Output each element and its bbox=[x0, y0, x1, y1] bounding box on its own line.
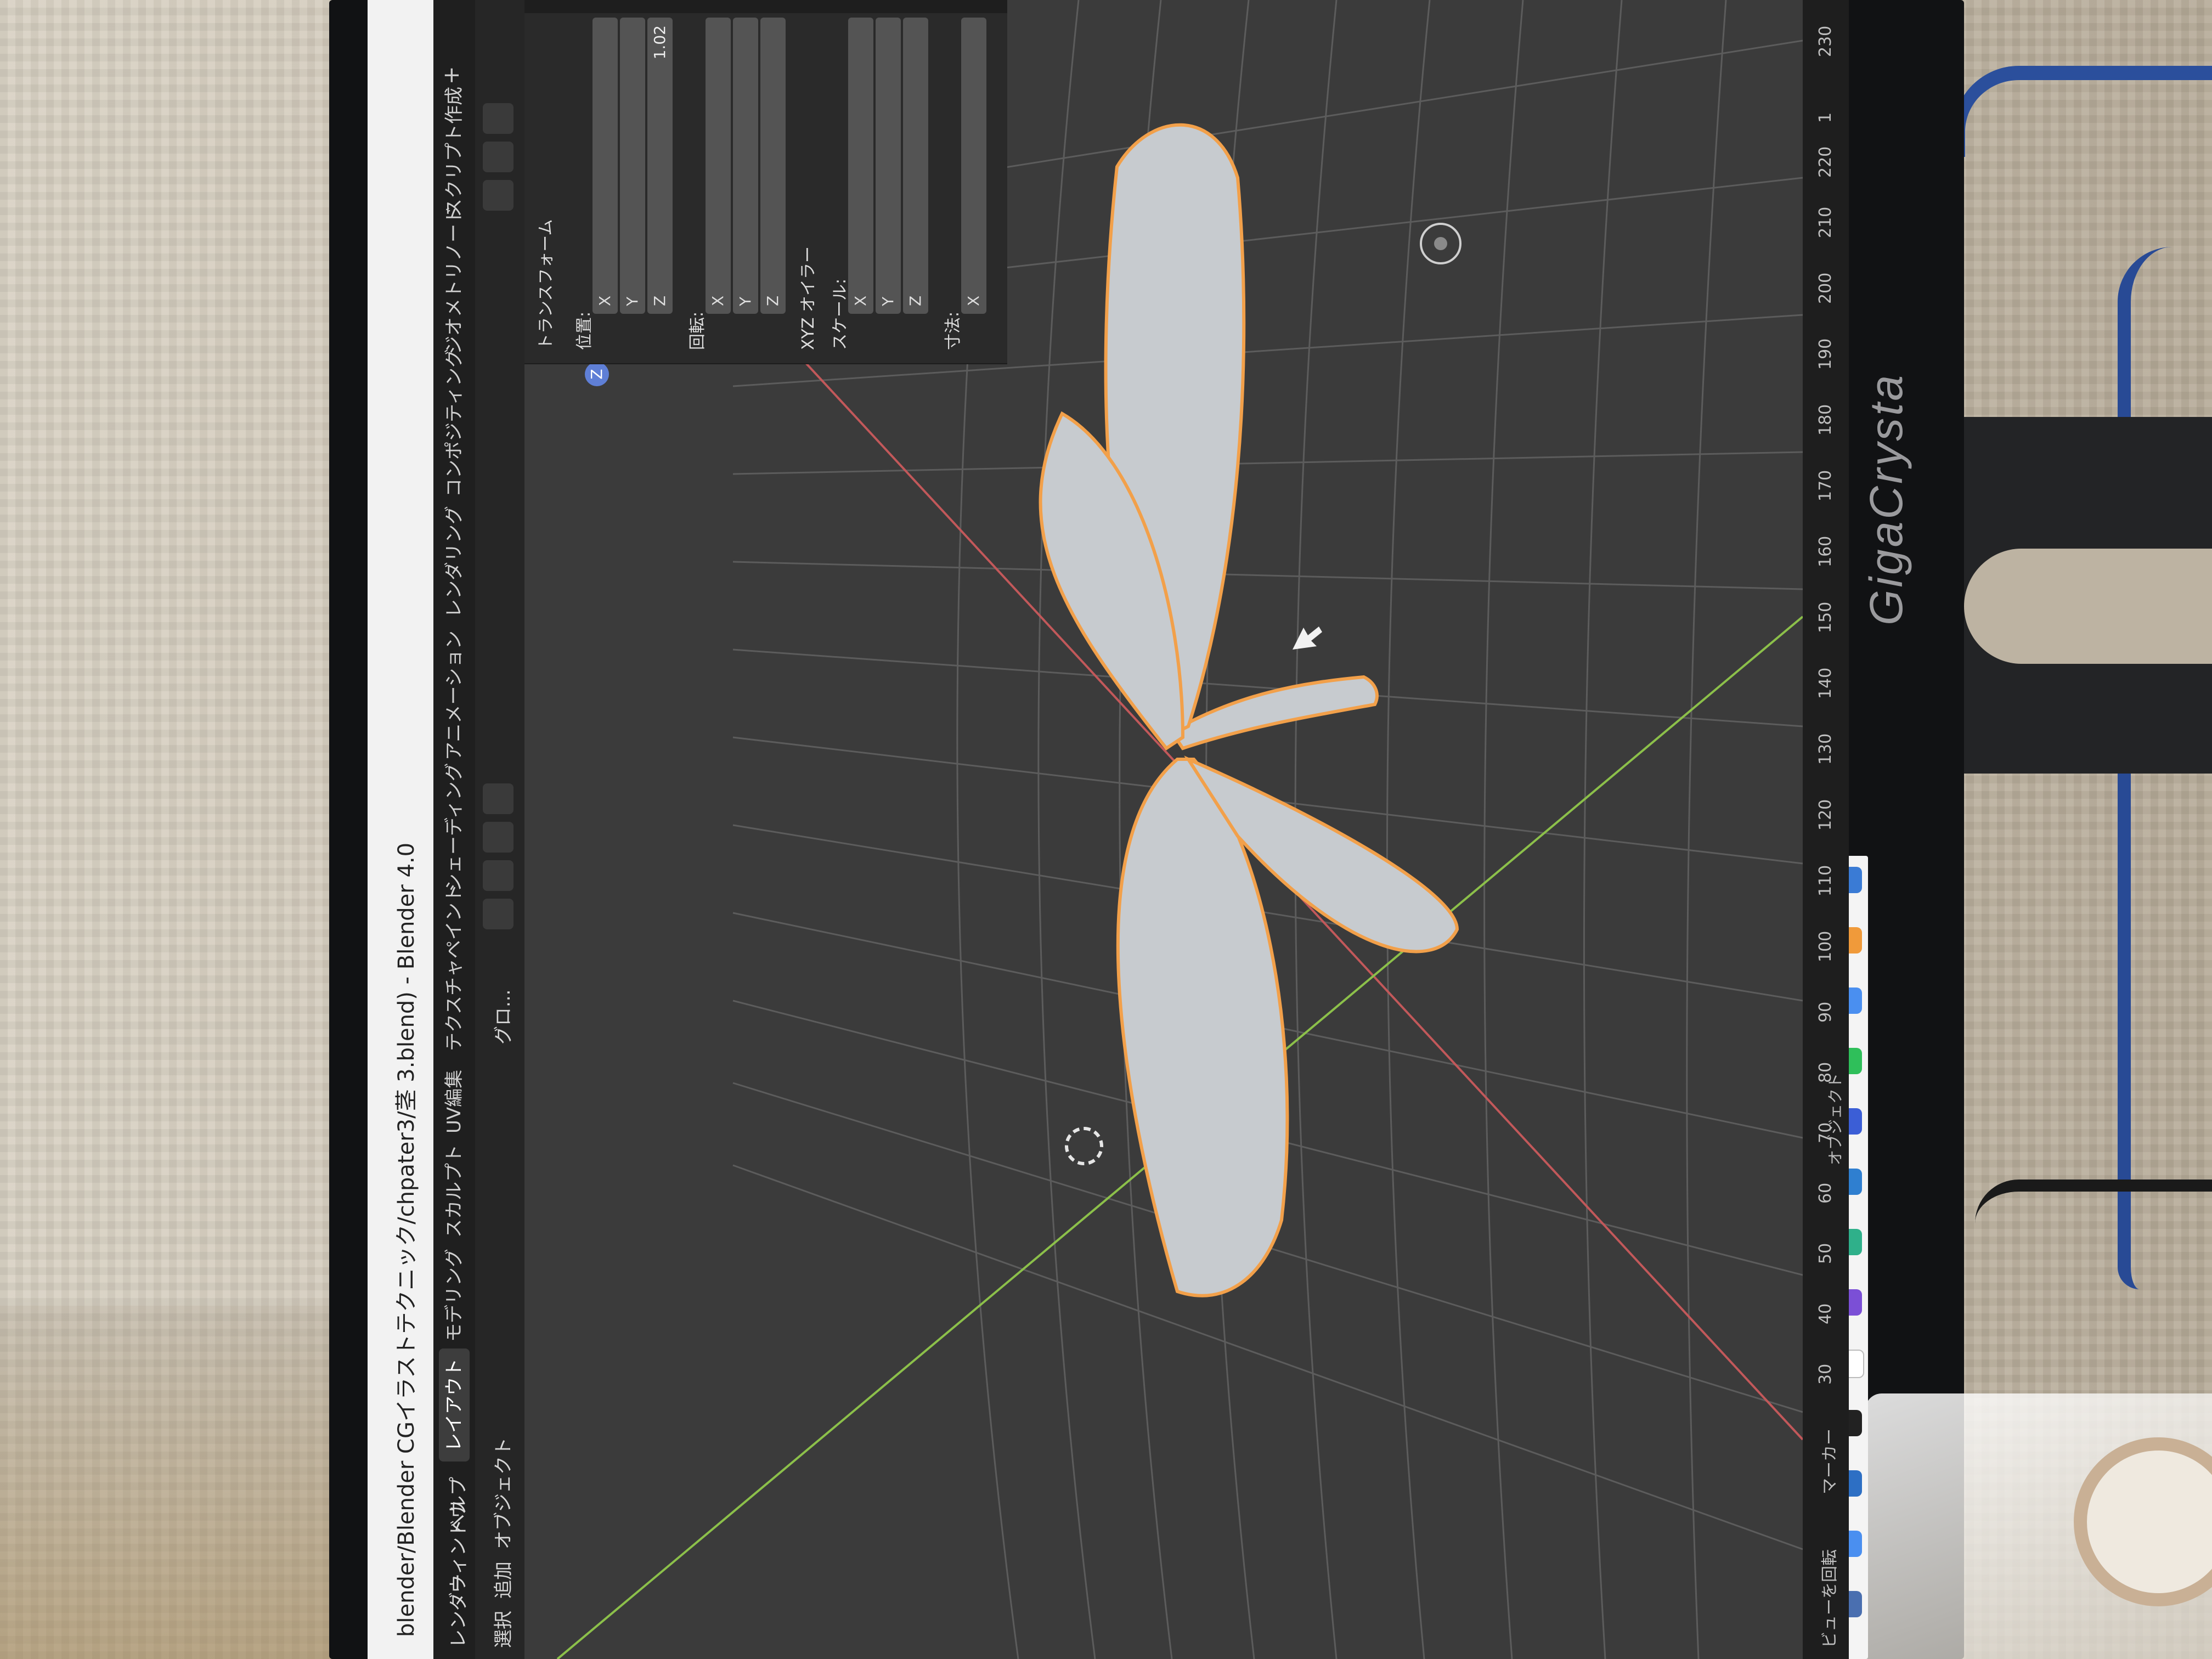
tick-50: 50 bbox=[1816, 1243, 1835, 1264]
falloff-icon[interactable] bbox=[483, 783, 514, 814]
tick-90: 90 bbox=[1816, 1001, 1835, 1023]
tick-230: 230 bbox=[1816, 25, 1835, 57]
tick-210: 210 bbox=[1816, 206, 1835, 238]
tab-layout[interactable]: レイアウト bbox=[439, 1348, 470, 1462]
tab-shading[interactable]: シェーディング bbox=[439, 753, 470, 902]
tick-110: 110 bbox=[1816, 865, 1835, 896]
monitor-screen: blender/Blender CGイラストテクニック/chpater3/茎 3… bbox=[368, 0, 1849, 1659]
monitor-brand-label: GigaCrysta bbox=[1860, 373, 1912, 625]
tick-140: 140 bbox=[1816, 667, 1835, 699]
location-x-field[interactable]: X bbox=[592, 18, 618, 314]
scale-label: スケール: bbox=[831, 278, 850, 350]
scale-y-field[interactable]: Y bbox=[876, 18, 901, 314]
tick-40: 40 bbox=[1816, 1303, 1835, 1324]
camera-object-dot bbox=[1434, 237, 1447, 250]
viewport-overlay-icon[interactable] bbox=[483, 180, 514, 211]
tab-uv-editing[interactable]: UV編集 bbox=[439, 1060, 470, 1143]
blue-cable bbox=[1953, 66, 2212, 157]
tick-150: 150 bbox=[1816, 601, 1835, 633]
timeline[interactable]: ビューを回転 マーカー 1 30 40 50 60 70 80 90 100 1… bbox=[1803, 0, 1849, 1659]
timeline-marker-menu[interactable]: マーカー bbox=[1816, 1429, 1840, 1494]
status-bar: オブジェクト bbox=[1805, 1073, 1844, 1659]
dimensions-x-field[interactable]: X bbox=[961, 18, 986, 314]
tab-texture-paint[interactable]: テクスチャペイント bbox=[439, 874, 470, 1061]
add-workspace-icon[interactable]: + bbox=[439, 66, 464, 84]
viewport-header: 選択 追加 オブジェクト グロ... bbox=[475, 0, 526, 1659]
tick-190: 190 bbox=[1816, 338, 1835, 370]
location-label: 位置: bbox=[575, 311, 594, 350]
pivot-icon[interactable] bbox=[483, 899, 514, 929]
black-cable bbox=[1975, 1180, 2212, 1312]
tick-180: 180 bbox=[1816, 404, 1835, 436]
scale-x-field[interactable]: X bbox=[848, 18, 873, 314]
rotation-y-field[interactable]: Y bbox=[733, 18, 758, 314]
header-object-menu[interactable]: オブジェクト bbox=[488, 1437, 515, 1549]
tick-30: 30 bbox=[1816, 1363, 1835, 1385]
dimensions-label: 寸法: bbox=[944, 311, 963, 350]
transform-section-title[interactable]: トランスフォーム bbox=[532, 219, 556, 351]
location-y-field[interactable]: Y bbox=[620, 18, 645, 314]
rotation-mode-dropdown[interactable]: XYZ オイラー bbox=[794, 246, 819, 350]
tick-170: 170 bbox=[1816, 470, 1835, 501]
tab-rendering[interactable]: レンダリング bbox=[439, 496, 470, 628]
tick-60: 60 bbox=[1816, 1182, 1835, 1204]
proportional-edit-icon[interactable] bbox=[483, 822, 514, 853]
current-frame-field[interactable]: 1 bbox=[1816, 112, 1835, 123]
tab-scripting[interactable]: スクリプト作成 bbox=[439, 77, 470, 227]
shading-solid-icon[interactable] bbox=[483, 142, 514, 172]
sidebar-transform-panel: トランスフォーム 位置: X Y Z 1.02 回転: X Y Z XYZ オイラ… bbox=[524, 0, 1007, 364]
status-object-label: オブジェクト bbox=[1826, 1073, 1844, 1165]
tick-200: 200 bbox=[1816, 272, 1835, 304]
top-menu-bar: レンダー ウィンドウ ヘルプ レイアウト モデリング スカルプト UV編集 テク… bbox=[433, 0, 475, 1659]
tick-120: 120 bbox=[1816, 799, 1835, 831]
tab-animation[interactable]: アニメーション bbox=[439, 620, 470, 770]
monitor-stand-hole bbox=[1964, 549, 2212, 664]
menu-help[interactable]: ヘルプ bbox=[443, 1477, 470, 1533]
rotation-x-field[interactable]: X bbox=[706, 18, 731, 314]
gizmo-z-axis[interactable]: Z bbox=[585, 362, 609, 386]
title-bar: blender/Blender CGイラストテクニック/chpater3/茎 3… bbox=[368, 0, 433, 1659]
header-add-menu[interactable]: 追加 bbox=[488, 1561, 515, 1599]
tick-100: 100 bbox=[1816, 930, 1835, 962]
transform-orientation-dropdown[interactable]: グロ... bbox=[488, 990, 515, 1045]
tick-130: 130 bbox=[1816, 733, 1835, 765]
window-title: blender/Blender CGイラストテクニック/chpater3/茎 3… bbox=[394, 842, 419, 1637]
snap-icon[interactable] bbox=[483, 860, 514, 891]
header-select-menu[interactable]: 選択 bbox=[488, 1611, 515, 1648]
location-z-field[interactable]: Z 1.02 bbox=[647, 18, 673, 314]
3d-viewport[interactable]: Z Y X ⌕ ✋ ◉ ▦ トランスフォーム 位置: X Y Z1.02 回転:… bbox=[524, 0, 1803, 1659]
tab-sculpt[interactable]: スカルプト bbox=[439, 1135, 470, 1248]
plant-mesh[interactable] bbox=[1039, 123, 1459, 1297]
blender-window: blender/Blender CGイラストテクニック/chpater3/茎 3… bbox=[368, 0, 1849, 1659]
tick-220: 220 bbox=[1816, 146, 1835, 178]
sidebar-tabs[interactable] bbox=[524, 0, 1007, 13]
tick-160: 160 bbox=[1816, 535, 1835, 567]
rotation-z-field[interactable]: Z bbox=[760, 18, 786, 314]
scale-z-field[interactable]: Z bbox=[903, 18, 928, 314]
rotation-label: 回転: bbox=[688, 311, 707, 350]
visibility-icon[interactable] bbox=[483, 103, 514, 134]
timeline-view-menu[interactable]: ビューを回転 bbox=[1816, 1549, 1840, 1648]
3d-cursor[interactable] bbox=[1065, 1127, 1103, 1165]
tab-modeling[interactable]: モデリング bbox=[439, 1239, 470, 1352]
